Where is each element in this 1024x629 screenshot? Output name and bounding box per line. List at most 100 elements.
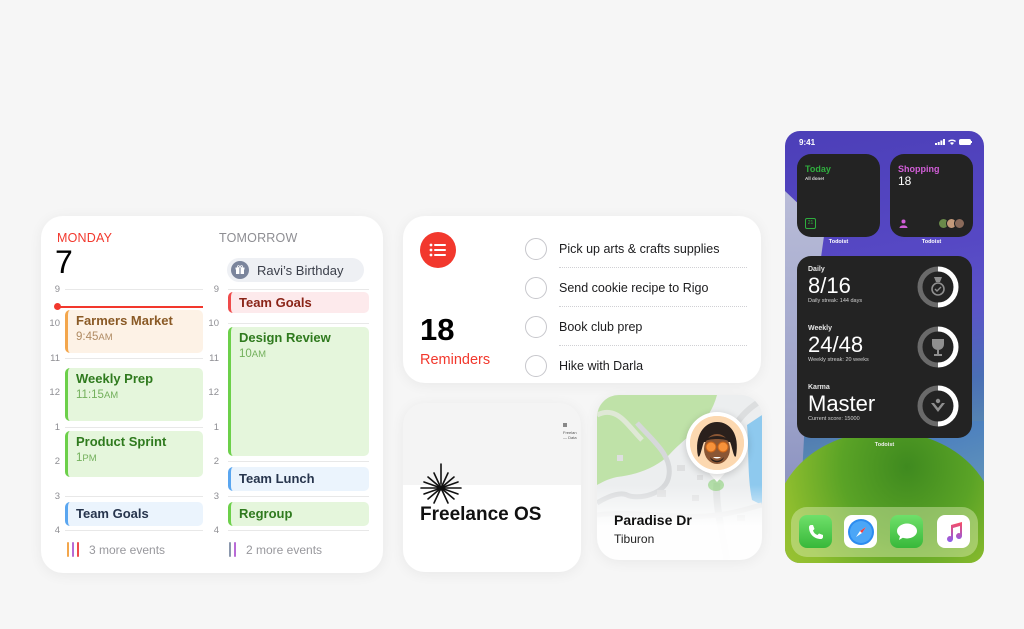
battery-icon [959,139,972,145]
memoji-avatar[interactable] [686,412,748,474]
hour-label: 4 [54,525,60,536]
reminder-text: Book club prep [559,319,643,334]
event-title: Regroup [239,506,293,521]
event-time: 9:45AM [76,331,113,343]
stat-weekly: Weekly 24/48 Weekly streak: 20 weeks [808,325,869,363]
widget-app-label: Todoist [828,239,849,245]
hour-label: 2 [54,456,60,467]
reminder-text: Pick up arts & crafts supplies [559,241,720,256]
event-time: 11:15AM [76,389,119,401]
event-title: Team Goals [239,295,312,310]
phone-app-icon[interactable] [799,515,832,548]
more-events-color-bars [67,542,79,557]
hour-line [65,427,203,428]
event-title: Team Lunch [239,471,315,486]
event-title: Team Goals [76,506,149,521]
current-time-line [57,306,203,308]
event-title: Weekly Prep [76,371,154,386]
hour-line [65,496,203,497]
calendar-event[interactable]: Product Sprint 1PM [65,431,203,477]
hour-label: 12 [49,387,60,398]
current-time-dot [54,303,61,310]
all-day-event-title: Ravi’s Birthday [257,262,344,278]
hour-line [65,289,203,290]
calendar-event[interactable]: Farmers Market 9:45AM [65,310,203,353]
reminder-item[interactable]: Book club prep [525,307,747,346]
list-bullet-icon [420,232,456,268]
trophy-icon [917,326,959,368]
todoist-shopping-widget[interactable]: Shopping 18 [890,154,973,237]
gift-icon [231,261,249,279]
hour-label: 10 [49,318,60,329]
more-events-color-bars [229,542,236,557]
stat-karma: Karma Master Current score: 15000 [808,384,876,422]
person-icon [899,219,908,228]
hour-label: 12 [208,387,219,398]
freelance-os-widget[interactable]: Freelance OS Freelan — Data [403,403,581,572]
today-weekday: MONDAY [57,231,113,245]
reminders-count: 18 [420,312,455,347]
wifi-icon [948,139,956,145]
hour-label: 4 [213,525,219,536]
hour-line [228,496,369,497]
reminder-item[interactable]: Pick up arts & crafts supplies [525,229,747,268]
hour-label: 10 [208,318,219,329]
event-time: 1PM [76,452,97,464]
hour-label: 11 [50,353,60,364]
tomorrow-label: TOMORROW [219,231,298,245]
starburst-icon [420,463,462,504]
reminders-label: Reminders [420,352,491,368]
reminders-widget[interactable]: 18 Reminders Pick up arts & crafts suppl… [403,216,761,383]
calendar-event[interactable]: Team Goals [228,292,369,313]
safari-app-icon[interactable] [844,515,877,548]
find-my-widget[interactable]: Paradise Dr Tiburon [597,395,762,560]
event-title: Design Review [239,330,331,345]
messages-app-icon[interactable] [890,515,923,548]
hour-label: 3 [54,491,60,502]
reminder-checkbox[interactable] [525,237,547,260]
reminder-checkbox[interactable] [525,354,547,377]
hour-label: 2 [213,456,219,467]
stat-daily: Daily 8/16 Daily streak: 144 days [808,266,863,304]
calendar-event[interactable]: Team Lunch [228,467,369,491]
status-icons [935,139,972,145]
reminder-checkbox[interactable] [525,315,547,338]
hour-label: 3 [213,491,219,502]
hour-label: 1 [54,422,60,433]
more-events[interactable]: 2 more events [229,542,322,557]
more-events-label: 2 more events [246,542,323,557]
phone-home-screen: 9:41 Today All done! 21 Todoist Shopping… [785,131,984,563]
todoist-today-widget[interactable]: Today All done! 21 [797,154,880,237]
reminders-list: Pick up arts & crafts supplies Send cook… [525,229,747,383]
hour-line [228,289,369,290]
todoist-stats-widget[interactable]: Daily 8/16 Daily streak: 144 days Weekly… [797,256,972,438]
music-app-icon[interactable] [937,515,970,548]
calendar-widget[interactable]: MONDAY 7 9 10 11 12 1 2 3 4 Farmers Mark… [41,216,383,573]
reminder-item[interactable]: Hike with Darla [525,346,747,383]
event-title: Product Sprint [76,434,167,449]
calendar-event[interactable]: Weekly Prep 11:15AM [65,368,203,421]
medal-icon [917,266,959,308]
reminder-text: Send cookie recipe to Rigo [559,280,709,295]
today-date: 7 [55,244,73,280]
hour-line [228,323,369,324]
hour-label: 9 [213,284,219,295]
reminder-checkbox[interactable] [525,276,547,299]
location-city: Tiburon [614,532,655,546]
calendar-event[interactable]: Team Goals [65,502,203,526]
all-day-event[interactable]: Ravi’s Birthday [227,258,364,282]
calendar-event[interactable]: Regroup [228,502,369,526]
reminder-text: Hike with Darla [559,358,644,373]
widget-app-label: Todoist [921,239,942,245]
shared-avatars [938,218,965,229]
event-title: Farmers Market [76,313,173,328]
more-events[interactable]: 3 more events [67,542,165,557]
status-time: 9:41 [799,138,816,147]
calendar-event[interactable]: Design Review 10AM [228,327,369,456]
freelance-thumbnail: Freelan — Data [563,423,581,440]
more-events-label: 3 more events [89,542,166,557]
hour-line [65,358,203,359]
reminder-item[interactable]: Send cookie recipe to Rigo [525,268,747,307]
widget-title: Today [805,164,831,174]
widget-count: 18 [898,174,912,188]
